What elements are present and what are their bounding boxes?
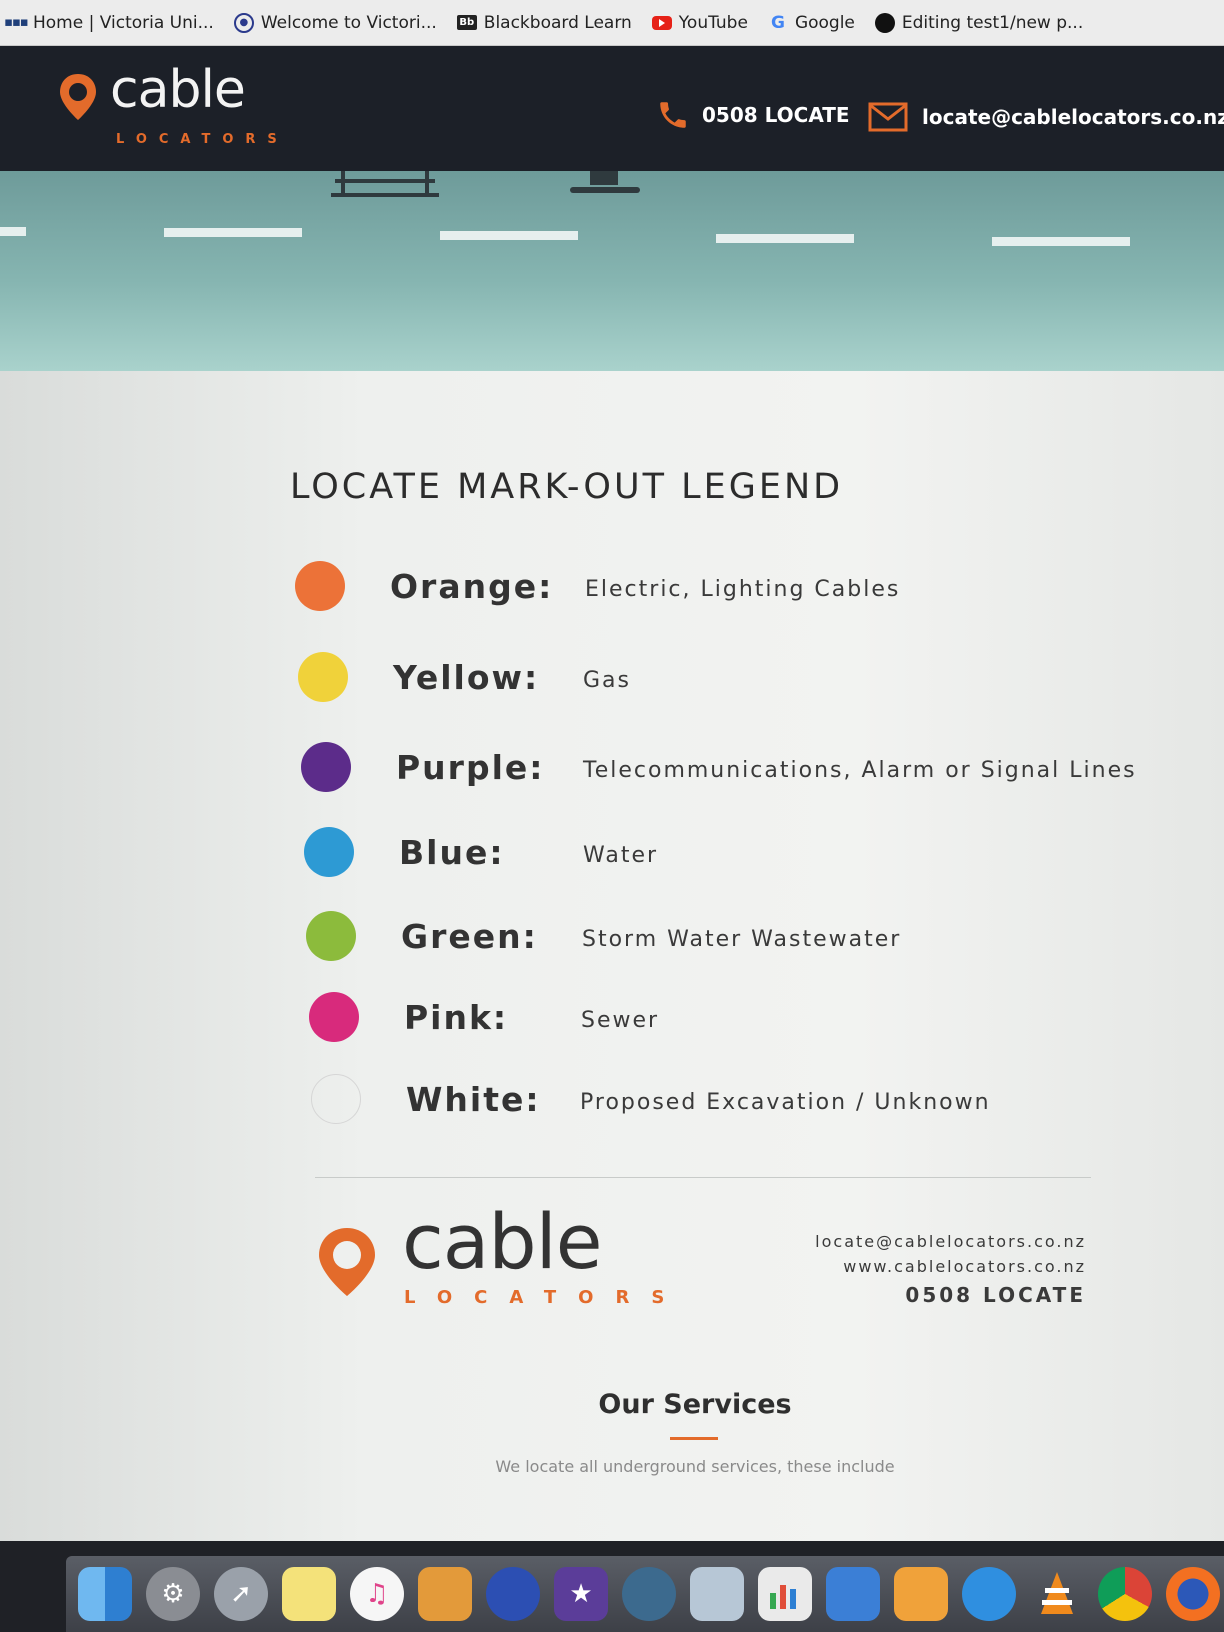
bookmark-welcome-victoria[interactable]: ● Welcome to Victori... [233, 12, 437, 33]
green-swatch [306, 911, 356, 961]
bookmark-victoria-home[interactable]: ▪▪▪ Home | Victoria Uni... [4, 12, 214, 33]
services-subtitle: We locate all underground services, thes… [495, 1457, 895, 1476]
preview-icon[interactable] [690, 1567, 744, 1621]
bookmark-google[interactable]: G Google [768, 13, 855, 33]
blackboard-icon: Bb [456, 15, 477, 30]
legend-section: LOCATE MARK-OUT LEGEND Orange: Electric,… [0, 371, 1224, 1541]
legend-title: LOCATE MARK-OUT LEGEND [290, 467, 844, 507]
ibooks-icon[interactable] [418, 1567, 472, 1621]
legend-item-blue: Blue: Water [304, 827, 1104, 883]
road-marking [0, 227, 26, 236]
footer-phone: 0508 LOCATE [905, 1283, 1086, 1307]
bookmark-label: YouTube [678, 12, 748, 33]
legend-item-pink: Pink: Sewer [309, 992, 1109, 1048]
bookmark-label: Google [794, 12, 855, 33]
bookmark-label: Home | Victoria Uni... [33, 12, 214, 33]
legend-description: Storm Water Wastewater [582, 927, 902, 952]
white-swatch [311, 1074, 361, 1124]
road-marking [992, 237, 1130, 246]
legend-color-name: Green: [401, 917, 538, 956]
legend-divider [315, 1177, 1091, 1178]
legend-item-purple: Purple: Telecommunications, Alarm or Sig… [301, 742, 1135, 798]
legend-description: Sewer [581, 1008, 660, 1033]
hydrant-illustration [570, 171, 640, 193]
road-marking [440, 231, 578, 240]
footer-contact: locate@cablelocators.co.nz www.cableloca… [815, 1229, 1086, 1307]
bookmarks-bar: ▪▪▪ Home | Victoria Uni... ● Welcome to … [0, 0, 1224, 46]
system-preferences-icon[interactable]: ⚙ [146, 1567, 200, 1621]
legend-color-name: Orange: [390, 567, 554, 606]
phone-icon [660, 102, 686, 128]
header-email-text: locate@cablelocators.co.nz [922, 105, 1224, 129]
logo-wordmark: cable [110, 60, 246, 120]
vlc-icon[interactable] [1030, 1567, 1084, 1621]
road-marking [164, 228, 302, 237]
road-marking [716, 234, 854, 243]
location-pin-icon [319, 1228, 375, 1296]
legend-description: Electric, Lighting Cables [585, 577, 901, 602]
legend-color-name: Purple: [396, 748, 545, 787]
chrome-icon[interactable] [1098, 1567, 1152, 1621]
footer-website[interactable]: www.cablelocators.co.nz [815, 1254, 1086, 1279]
footer-logo: cable LOCATORS [316, 1197, 664, 1309]
header-phone-text: 0508 LOCATE [702, 103, 850, 127]
header-logo[interactable]: cable LOCATORS [58, 60, 277, 147]
bookmark-label: Blackboard Learn [483, 12, 632, 33]
mail-icon [868, 102, 908, 132]
podcast-icon[interactable] [486, 1567, 540, 1621]
launchpad-icon[interactable]: ➚ [214, 1567, 268, 1621]
orange-swatch [295, 561, 345, 611]
keynote-icon[interactable] [826, 1567, 880, 1621]
bookmark-label: Welcome to Victori... [260, 12, 437, 33]
youtube-icon [651, 15, 672, 30]
footer-logo-wordmark: cable [402, 1197, 602, 1286]
pages-icon[interactable] [894, 1567, 948, 1621]
bench-illustration [331, 171, 439, 197]
header-phone-link[interactable]: 0508 LOCATE [656, 98, 850, 132]
legend-description: Proposed Excavation / Unknown [580, 1090, 991, 1115]
hero-road-illustration [0, 171, 1224, 371]
services-title: Our Services [598, 1389, 792, 1420]
location-pin-icon [60, 74, 96, 120]
bookmark-github-editing[interactable]: Editing test1/new p... [874, 12, 1084, 33]
legend-item-green: Green: Storm Water Wastewater [306, 911, 1106, 967]
bookmark-blackboard[interactable]: Bb Blackboard Learn [456, 12, 632, 33]
safari-icon[interactable] [962, 1567, 1016, 1621]
migration-icon[interactable] [622, 1567, 676, 1621]
legend-item-yellow: Yellow: Gas [298, 652, 1098, 708]
site-header: cable LOCATORS 0508 LOCATE locate@cablel… [0, 46, 1224, 171]
purple-swatch [301, 742, 351, 792]
bookmark-youtube[interactable]: YouTube [651, 12, 748, 33]
github-icon [874, 12, 895, 33]
imovie-icon[interactable]: ★ [554, 1567, 608, 1621]
bookmark-label: Editing test1/new p... [901, 12, 1084, 33]
legend-item-orange: Orange: Electric, Lighting Cables [295, 561, 1095, 617]
legend-description: Telecommunications, Alarm or Signal Line… [583, 758, 1137, 783]
circle-logo-icon: ● [233, 12, 254, 33]
footer-logo-subtitle: LOCATORS [404, 1287, 687, 1308]
google-icon: G [770, 12, 785, 33]
header-email-link[interactable]: locate@cablelocators.co.nz [868, 102, 1224, 132]
legend-description: Gas [583, 668, 631, 693]
legend-description: Water [583, 843, 659, 868]
yellow-swatch [298, 652, 348, 702]
legend-color-name: White: [406, 1080, 541, 1119]
services-underline [670, 1437, 718, 1440]
vuw-icon: ▪▪▪ [4, 15, 28, 30]
legend-color-name: Yellow: [393, 658, 540, 697]
macos-dock: ⚙ ➚ ♫ ★ [66, 1556, 1224, 1632]
blue-swatch [304, 827, 354, 877]
itunes-icon[interactable]: ♫ [350, 1567, 404, 1621]
legend-color-name: Blue: [399, 833, 505, 872]
footer-email[interactable]: locate@cablelocators.co.nz [815, 1229, 1086, 1254]
logo-subtitle: LOCATORS [116, 132, 289, 147]
legend-color-name: Pink: [404, 998, 509, 1037]
numbers-icon[interactable] [758, 1567, 812, 1621]
notes-icon[interactable] [282, 1567, 336, 1621]
legend-item-white: White: Proposed Excavation / Unknown [311, 1074, 1111, 1130]
firefox-icon[interactable] [1166, 1567, 1220, 1621]
finder-icon[interactable] [78, 1567, 132, 1621]
pink-swatch [309, 992, 359, 1042]
